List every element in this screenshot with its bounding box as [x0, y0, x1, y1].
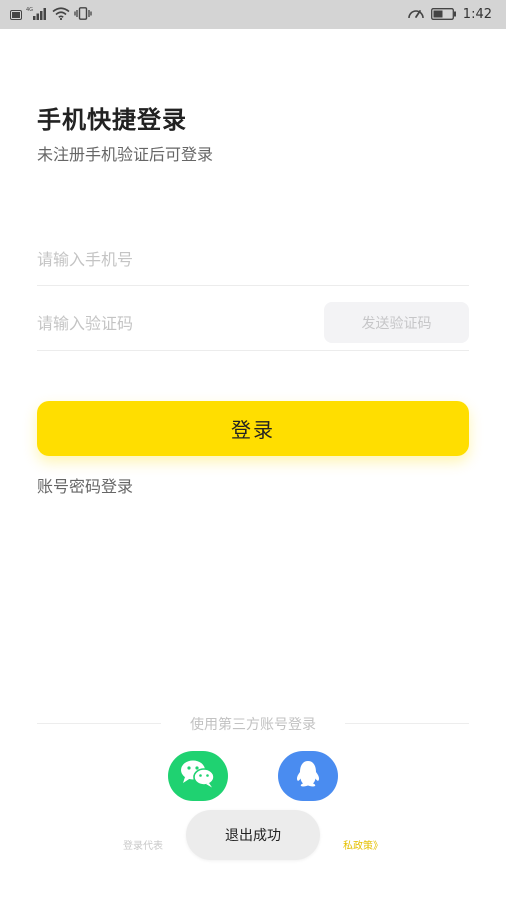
password-login-link[interactable]: 账号密码登录: [37, 473, 133, 497]
wifi-icon: [52, 5, 70, 24]
battery-icon: [430, 5, 457, 24]
agreement-prefix: 登录代表: [123, 841, 163, 852]
phone-field: [37, 233, 469, 286]
page-subtitle: 未注册手机验证后可登录: [37, 145, 214, 164]
svg-text:4G: 4G: [26, 7, 33, 13]
vibrate-icon: [74, 5, 92, 24]
phone-input[interactable]: [37, 247, 307, 271]
clock: 1:42: [462, 6, 492, 22]
wechat-login-button[interactable]: [168, 751, 228, 801]
speedometer-icon: [407, 5, 425, 24]
cellular-signal-icon: 4G: [26, 5, 48, 24]
status-bar: 4G 1:42: [0, 0, 506, 29]
toast-message: 退出成功: [186, 810, 320, 860]
third-party-divider-label: 使用第三方账号登录: [190, 717, 316, 733]
wechat-icon: [179, 759, 217, 793]
page-title: 手机快捷登录: [37, 106, 187, 134]
send-code-button[interactable]: 发送验证码: [324, 302, 469, 343]
status-bar-right: 1:42: [407, 5, 492, 23]
hd-badge-icon: [10, 5, 22, 24]
privacy-policy-link[interactable]: 私政策》: [343, 841, 383, 852]
status-bar-left: 4G: [10, 6, 92, 22]
divider-line-right: [345, 723, 469, 724]
qq-icon: [294, 759, 322, 793]
login-button[interactable]: 登录: [37, 401, 469, 456]
qq-login-button[interactable]: [278, 751, 338, 801]
code-field: 发送验证码: [37, 300, 469, 351]
code-input[interactable]: [37, 311, 307, 335]
divider-line-left: [37, 723, 161, 724]
